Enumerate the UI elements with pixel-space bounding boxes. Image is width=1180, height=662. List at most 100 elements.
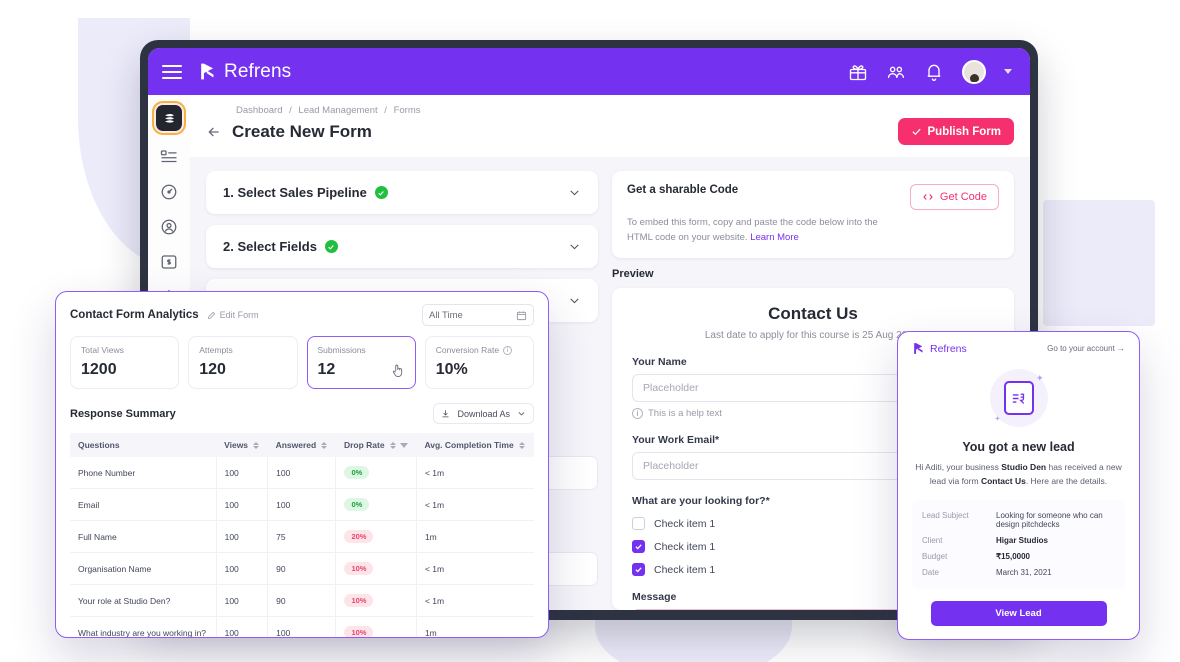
chevron-down-icon[interactable] xyxy=(568,294,581,307)
col-label: Answered xyxy=(275,440,317,450)
cell-views: 100 xyxy=(216,584,269,617)
kpi-value: 10% xyxy=(435,361,468,378)
checkbox-unchecked-icon[interactable] xyxy=(632,517,645,531)
col-avg-completion-time[interactable]: Avg. Completion Time xyxy=(416,433,534,457)
calendar-icon[interactable] xyxy=(516,310,527,321)
col-drop-rate[interactable]: Drop Rate xyxy=(335,433,417,457)
col-views[interactable]: Views xyxy=(216,433,268,457)
learn-more-link[interactable]: Learn More xyxy=(750,232,799,243)
lead-detail-value: March 31, 2021 xyxy=(996,568,1052,578)
lead-detail-key: Client xyxy=(922,536,943,546)
date-range-select[interactable]: All Time xyxy=(422,304,534,326)
table-row[interactable]: Phone Number 100 100 0% < 1m xyxy=(70,457,534,489)
chevron-down-icon[interactable] xyxy=(568,186,581,199)
sort-icon[interactable] xyxy=(253,442,260,450)
table-row[interactable]: Your role at Studio Den? 100 90 10% < 1m xyxy=(70,584,534,617)
notification-body: Hi Aditi, your business Studio Den has r… xyxy=(912,461,1125,489)
kpi-conversion-rate[interactable]: Conversion Rate i 10% xyxy=(424,336,534,389)
preview-form-title: Contact Us xyxy=(768,304,858,324)
lead-illustration: ✦ ✦ xyxy=(989,369,1048,427)
hand-cursor-icon xyxy=(392,364,402,378)
checkbox-label: Check item 1 xyxy=(654,540,716,553)
checkbox-label: Check item 1 xyxy=(654,563,716,576)
refrens-flag-icon xyxy=(201,63,214,80)
cell-question: Organisation Name xyxy=(70,552,217,585)
sort-icon[interactable] xyxy=(321,442,328,450)
col-label: Drop Rate xyxy=(343,440,385,450)
refrens-flag-icon xyxy=(914,343,923,354)
cell-drop-rate: 0% xyxy=(335,457,417,489)
get-code-button[interactable]: Get Code xyxy=(909,184,999,210)
accordion-label: 1. Select Sales Pipeline xyxy=(223,185,367,200)
table-row[interactable]: Organisation Name 100 90 10% < 1m xyxy=(70,552,534,585)
drop-rate-badge: 0% xyxy=(344,466,370,479)
drop-rate-badge: 0% xyxy=(344,498,370,511)
sort-icon[interactable] xyxy=(518,442,525,450)
kpi-submissions[interactable]: Submissions 12 xyxy=(306,336,416,389)
kpi-label: Attempts xyxy=(199,345,233,355)
publish-form-button[interactable]: Publish Form xyxy=(897,118,1014,145)
info-icon[interactable]: i xyxy=(503,345,513,355)
gift-icon[interactable] xyxy=(848,62,868,82)
lead-details-table: Lead Subject Looking for someone who can … xyxy=(912,499,1125,589)
sparkle-icon: ✦ xyxy=(994,416,1001,423)
app-logo[interactable] xyxy=(152,101,186,135)
sparkle-icon: ✦ xyxy=(1035,373,1044,383)
kpi-attempts[interactable]: Attempts 120 xyxy=(188,336,298,389)
decorative-shape-bottom xyxy=(595,620,792,662)
table-row[interactable]: Email 100 100 0% < 1m xyxy=(70,488,534,521)
user-icon[interactable] xyxy=(160,218,178,236)
checkbox-checked-icon[interactable] xyxy=(632,563,645,577)
table-row[interactable]: What industry are you working in? 100 100 1… xyxy=(70,616,534,637)
view-lead-button[interactable]: View Lead xyxy=(930,600,1107,626)
col-answered[interactable]: Answered xyxy=(267,433,336,457)
list-icon[interactable] xyxy=(160,148,178,166)
code-icon xyxy=(923,194,933,200)
lead-detail-key: Date xyxy=(922,568,939,578)
cell-drop-rate: 10% xyxy=(335,616,417,637)
kpi-total-views[interactable]: Total Views 1200 xyxy=(70,336,180,389)
team-icon[interactable] xyxy=(886,62,906,82)
back-arrow-icon[interactable] xyxy=(206,124,222,140)
cell-avg-time: < 1m xyxy=(416,457,534,489)
chevron-down-icon[interactable] xyxy=(1004,69,1012,74)
sort-icon[interactable] xyxy=(389,442,396,450)
table-row[interactable]: Full Name 100 75 20% 1m xyxy=(70,520,534,553)
cell-question: Phone Number xyxy=(70,457,217,489)
go-to-account-link[interactable]: Go to your account → xyxy=(1047,344,1125,353)
kpi-value: 120 xyxy=(199,361,226,378)
cell-answered: 100 xyxy=(267,457,337,489)
breadcrumb-item-lead-management[interactable]: Lead Management xyxy=(298,105,377,116)
breadcrumb-item-dashboard[interactable]: Dashboard xyxy=(236,105,282,116)
avatar[interactable] xyxy=(962,59,986,84)
table-body: Phone Number 100 100 0% < 1m Email 100 100 0% < 1… xyxy=(70,457,534,637)
cell-views: 100 xyxy=(216,552,269,585)
breadcrumb-item-forms[interactable]: Forms xyxy=(394,105,421,116)
lead-detail-row: Date March 31, 2021 xyxy=(922,565,1115,581)
accordion-select-sales-pipeline[interactable]: 1. Select Sales Pipeline xyxy=(206,171,598,214)
lead-detail-value: Higar Studios xyxy=(996,536,1049,546)
drop-rate-badge: 20% xyxy=(344,530,374,543)
kpi-label-text: Conversion Rate xyxy=(435,345,500,355)
download-as-button[interactable]: Download As xyxy=(433,403,534,424)
chevron-down-icon[interactable] xyxy=(568,240,581,253)
title-row: Create New Form Publish Form xyxy=(206,118,1014,145)
kpi-label: Total Views xyxy=(81,345,124,355)
chevron-down-icon[interactable] xyxy=(517,409,526,418)
publish-form-label: Publish Form xyxy=(927,125,1001,138)
cell-answered: 100 xyxy=(267,488,337,521)
edit-form-button[interactable]: Edit Form xyxy=(207,310,259,320)
dashboard-icon[interactable] xyxy=(160,183,178,201)
filter-icon[interactable] xyxy=(399,443,408,449)
pencil-icon xyxy=(207,311,215,319)
checkbox-checked-icon[interactable] xyxy=(632,540,645,554)
share-card-top: Get a sharable Code Get Code xyxy=(627,184,999,210)
bell-icon[interactable] xyxy=(924,62,944,82)
accordion-select-fields[interactable]: 2. Select Fields xyxy=(206,225,598,268)
billing-icon[interactable] xyxy=(160,253,178,271)
hamburger-icon[interactable] xyxy=(162,64,182,79)
lead-detail-value: ₹15,0000 xyxy=(996,552,1031,562)
edit-form-label: Edit Form xyxy=(219,310,259,320)
invoice-document-icon xyxy=(1003,381,1034,415)
brand-logo[interactable]: Refrens xyxy=(198,61,291,83)
